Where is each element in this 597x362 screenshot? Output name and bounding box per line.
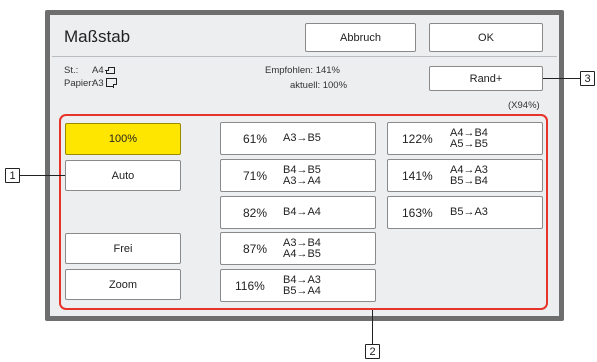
callout-1-leader (19, 175, 65, 176)
margin-plus-button[interactable]: Rand+ (429, 66, 543, 91)
header-divider (52, 56, 557, 57)
callout-2-leader (372, 310, 373, 344)
recommended-ratio: Empfohlen: 141% (265, 65, 340, 76)
paper-value: A3 (92, 78, 104, 89)
callout-3-badge: 3 (580, 71, 595, 86)
page-title: Maßstab (64, 27, 131, 46)
presets-highlight-frame (59, 114, 548, 310)
margin-value: (X94%) (508, 100, 540, 111)
cancel-button[interactable]: Abbruch (305, 23, 416, 52)
callout-2-badge: 2 (365, 344, 380, 359)
original-size-row: St.: A4 (64, 65, 115, 77)
st-label: St.: (64, 65, 79, 76)
ok-button[interactable]: OK (429, 23, 543, 52)
portrait-paper-icon (105, 66, 115, 74)
callout-1-badge: 1 (5, 168, 20, 183)
paper-label: Papier: (64, 78, 95, 89)
landscape-paper-icon (105, 78, 118, 88)
current-ratio: aktuell: 100% (290, 80, 348, 91)
st-value: A4 (92, 65, 104, 76)
paper-size-row: Papier:A3 (64, 78, 118, 90)
callout-3-leader (543, 78, 581, 79)
